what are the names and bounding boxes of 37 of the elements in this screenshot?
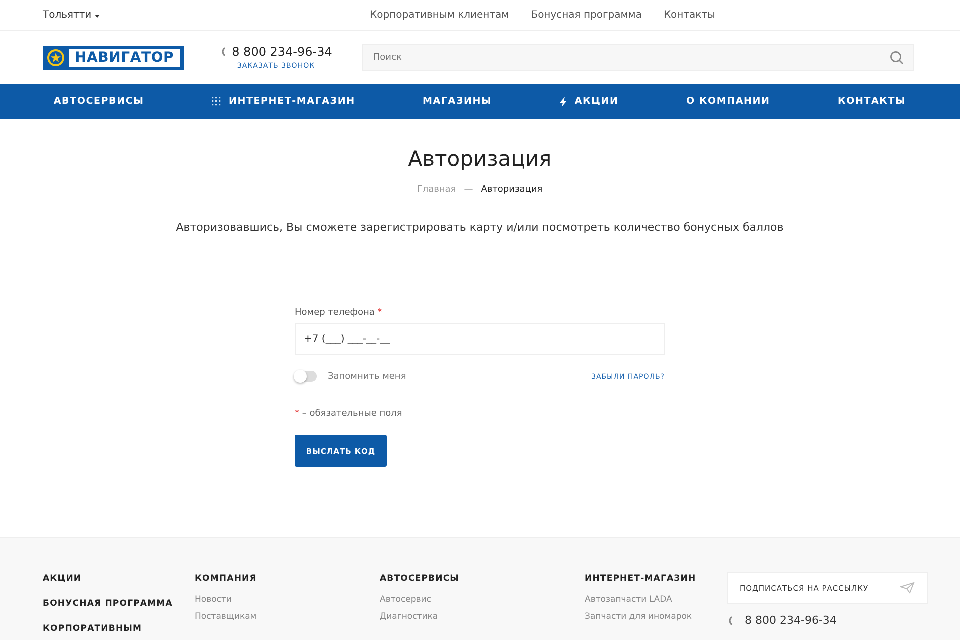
footer-heading-link[interactable]: БОНУСНАЯ ПРОГРАММА [43, 599, 195, 609]
phone-input[interactable]: +7 (___) ___-__-__ [295, 323, 665, 355]
remember-toggle[interactable] [295, 371, 317, 382]
top-link[interactable]: Контакты [664, 10, 716, 20]
city-selector[interactable]: Тольятти [43, 10, 370, 20]
footer-heading-link[interactable]: КОРПОРАТИВНЫМ [43, 624, 195, 634]
top-link[interactable]: Бонусная программа [531, 10, 642, 20]
paper-plane-icon [900, 582, 915, 594]
caret-icon [94, 14, 100, 18]
nav-item[interactable]: ИНТЕРНЕТ-МАГАЗИН [212, 96, 356, 107]
nav-item[interactable]: КОНТАКТЫ [838, 96, 906, 107]
breadcrumb-separator: — [464, 185, 474, 195]
search-field[interactable]: Поиск [362, 44, 914, 71]
footer-heading-link[interactable]: АКЦИИ [43, 574, 195, 584]
nav-item[interactable]: АВТОСЕРВИСЫ [54, 96, 144, 107]
field-label: Номер телефона [295, 308, 375, 318]
nav-item[interactable]: О КОМПАНИИ [686, 96, 770, 107]
nav-item[interactable]: МАГАЗИНЫ [423, 96, 492, 107]
required-mark: * [378, 308, 382, 318]
top-link[interactable]: Корпоративным клиентам [370, 10, 510, 20]
star-icon [47, 48, 65, 66]
nav-item[interactable]: АКЦИИ [560, 96, 619, 107]
grid-icon [212, 97, 221, 106]
footer-phone: 8 800 234-96-34 [745, 614, 837, 627]
required-note: – обязательные поля [302, 409, 402, 419]
required-mark: * [295, 409, 300, 419]
breadcrumb-current: Авторизация [481, 185, 543, 195]
page-title: Авторизация [408, 147, 552, 171]
search-icon[interactable] [890, 51, 904, 65]
remember-label: Запомнить меня [328, 372, 408, 382]
intro-text: Авторизовавшись, Вы сможете зарегистрировать карту и/или посмотреть количество бонусных баллов [176, 221, 784, 234]
logo[interactable]: НАВИГАТОР [43, 46, 184, 70]
footer-heading: КОМПАНИЯ [195, 574, 258, 584]
phone-number: 8 800 234-96-34 [232, 45, 332, 59]
footer-heading: АВТОСЕРВИСЫ [380, 574, 461, 584]
footer-heading: ИНТЕРНЕТ-МАГАЗИН [585, 574, 698, 584]
lightning-icon [560, 96, 567, 106]
